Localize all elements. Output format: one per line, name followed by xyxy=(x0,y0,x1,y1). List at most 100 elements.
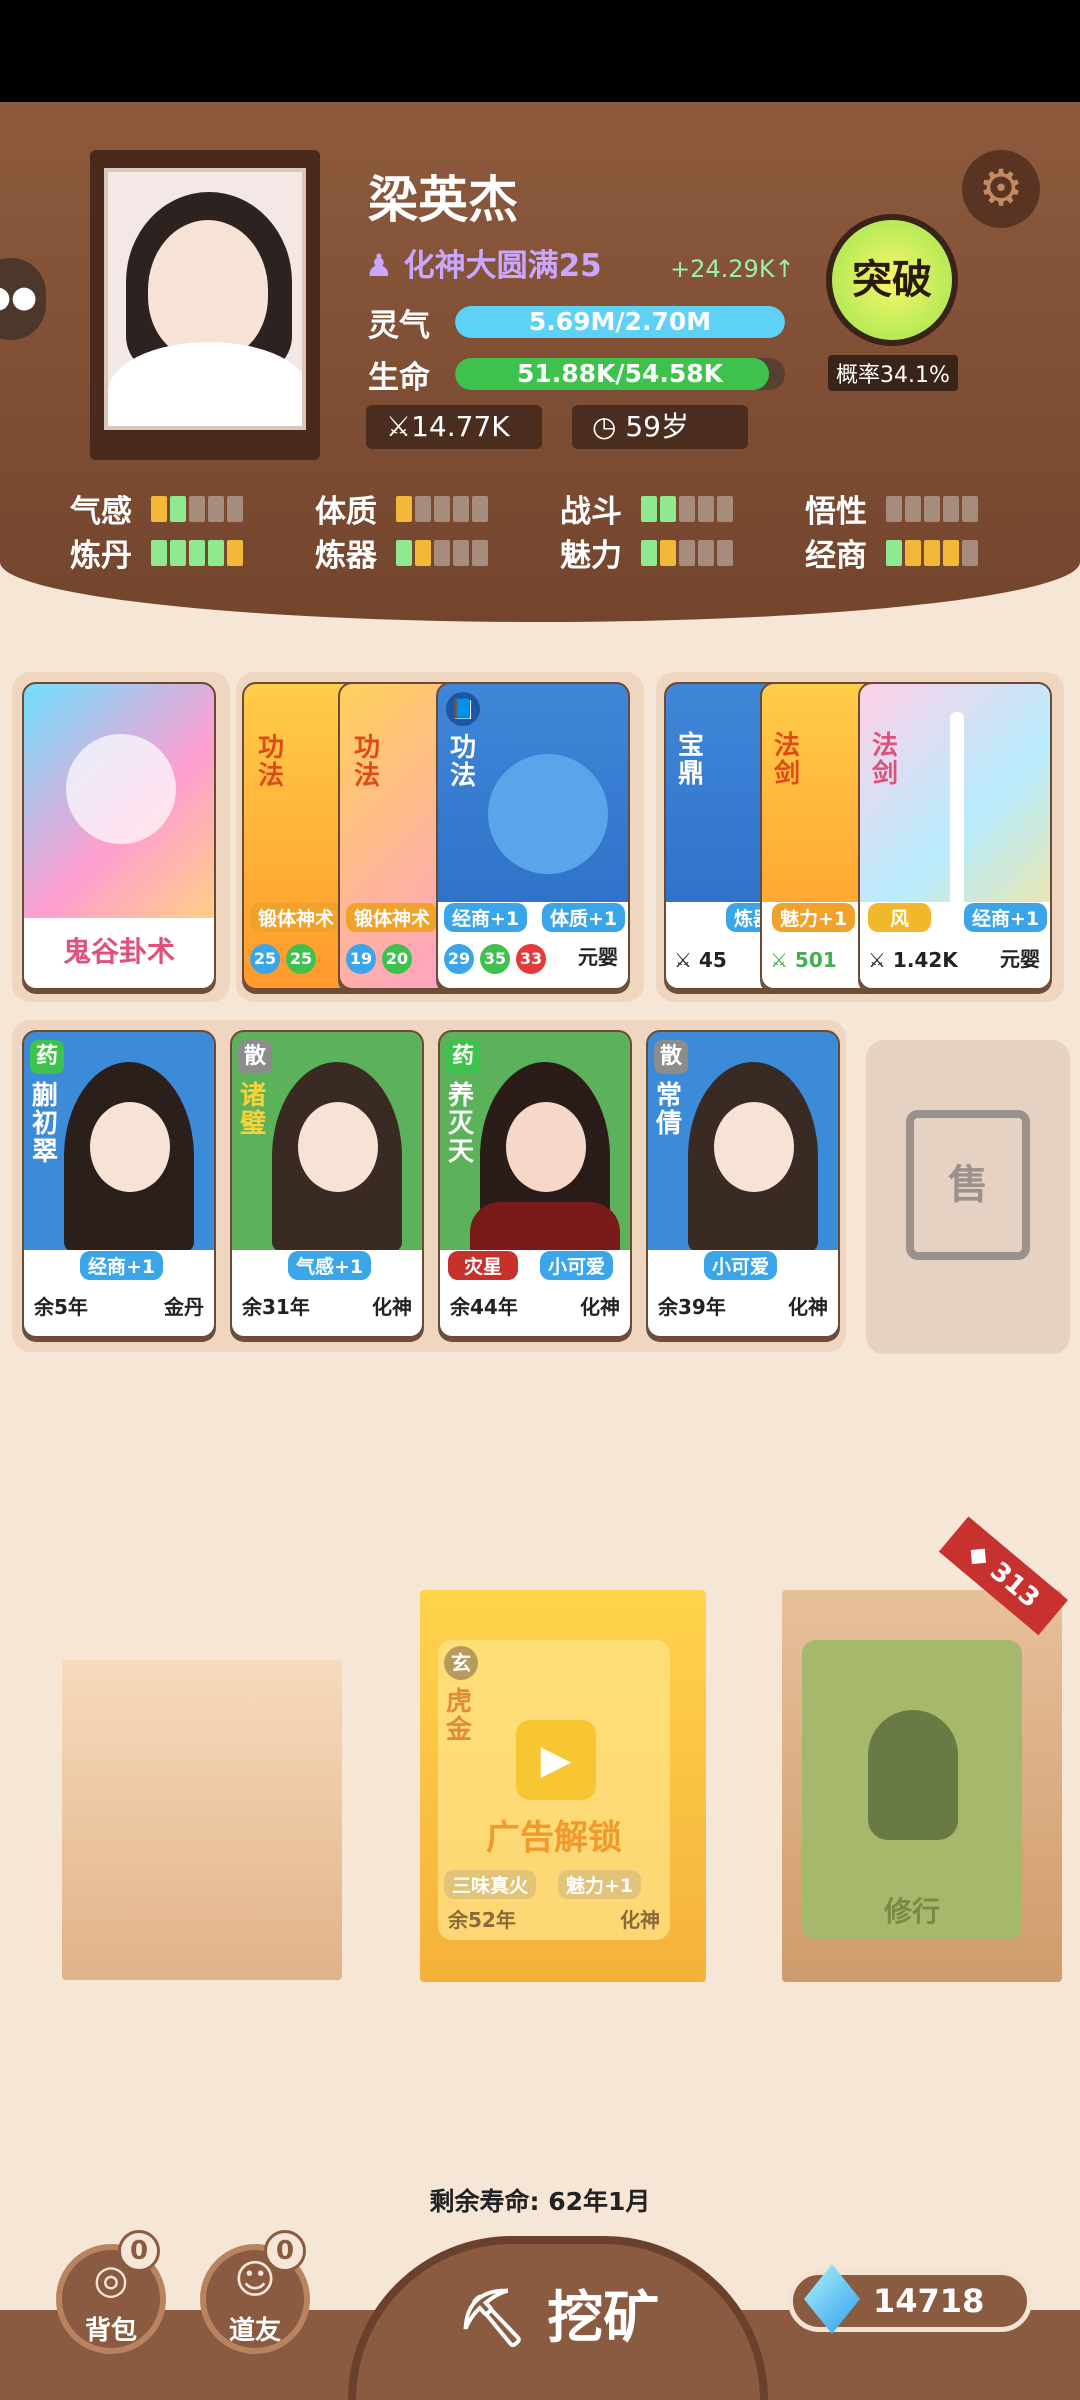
gem-count: 14718 xyxy=(873,2282,985,2320)
qi-value: 5.69M/2.70M xyxy=(528,307,712,336)
practice-count: 313 xyxy=(984,1556,1045,1615)
skill-card-guigu[interactable]: 鬼谷卦术 xyxy=(22,682,216,990)
realm-text: 化神大圆满25 xyxy=(403,248,602,284)
companion-badge: 药 xyxy=(30,1040,64,1074)
attr-label: 炼器 xyxy=(315,538,377,574)
card-type: 法剑 xyxy=(872,731,899,789)
shop-icon: 售 xyxy=(906,1110,1030,1260)
breakthrough-button[interactable]: 突破 xyxy=(826,214,958,346)
pack-card-preview: 修行 xyxy=(802,1640,1022,1940)
attr-qigan: 气感 xyxy=(70,486,246,531)
friend-label: 道友 xyxy=(228,2316,281,2346)
power-value: 45 xyxy=(698,948,727,972)
swords-icon: ⚔ xyxy=(386,410,412,443)
card-name: 鬼谷卦术 xyxy=(62,935,175,968)
pack-card-preview: 玄 虎金 ▶ 广告解锁 三味真火 魅力+1 余52年 化神 xyxy=(438,1640,670,1940)
gongfa-card-3[interactable]: 📘 功法 经商+1 体质+1 29 35 33 元婴 xyxy=(436,682,630,990)
card-life: 余52年 xyxy=(448,1908,516,1932)
card-num: 35 xyxy=(480,944,510,974)
companion-tag: 小可爱 xyxy=(704,1251,778,1280)
companion-card-1[interactable]: 药 蒯初翠 经商+1 余5年 金丹 xyxy=(22,1030,216,1338)
attr-zhandou: 战斗 xyxy=(560,486,736,531)
mask-icon: ●● xyxy=(0,280,38,315)
attr-segments xyxy=(396,540,491,570)
player-realm: ♟ 化神大圆满25 xyxy=(365,240,602,285)
attr-lianqi: 炼器 xyxy=(315,530,491,575)
turtle-shell-icon xyxy=(66,734,176,844)
book-icon: 📘 xyxy=(446,692,480,726)
card-type: 宝鼎 xyxy=(678,731,705,789)
companion-badge: 药 xyxy=(446,1040,480,1074)
attr-label: 气感 xyxy=(70,494,132,530)
attr-label: 炼丹 xyxy=(70,538,132,574)
card-tag: 锻体神术 xyxy=(346,903,439,932)
companion-card-3[interactable]: 药 养灭天 灾星 小可爱 余44年 化神 xyxy=(438,1030,632,1338)
companion-card-2[interactable]: 散 诸璧 气感+1 余31年 化神 xyxy=(230,1030,424,1338)
life-value: 51.88K/54.58K xyxy=(516,359,724,388)
attr-segments xyxy=(151,540,246,570)
card-type: 功法 xyxy=(258,733,285,791)
mine-button[interactable]: ⛏ 挖矿 xyxy=(348,2236,768,2400)
treasure-card-sword-2[interactable]: 法剑 风 经商+1 ⚔ 1.42K 元婴 xyxy=(858,682,1052,990)
card-type: 功法 xyxy=(450,733,477,791)
attr-segments xyxy=(641,496,736,526)
card-num: 33 xyxy=(516,944,546,974)
card-tag: 三味真火 xyxy=(444,1870,537,1899)
status-bar xyxy=(0,0,1080,102)
player-portrait[interactable] xyxy=(104,168,306,430)
companion-name: 诸璧 xyxy=(240,1081,267,1139)
ad-unlock-label: 广告解锁 xyxy=(486,1818,622,1858)
companion-life: 余31年 xyxy=(242,1295,310,1319)
portrait-robe xyxy=(108,342,302,426)
companion-face xyxy=(714,1102,794,1192)
swords-icon: ⚔ xyxy=(674,948,692,972)
companion-face xyxy=(506,1102,586,1192)
card-tag: 风 xyxy=(868,903,932,932)
companion-badge: 散 xyxy=(238,1040,272,1074)
practice-label: 修行 xyxy=(883,1895,940,1928)
companion-badge: 散 xyxy=(654,1040,688,1074)
qi-gain: +24.29K↑ xyxy=(670,255,795,283)
card-tag: 魅力+1 xyxy=(558,1870,642,1899)
card-type: 法剑 xyxy=(774,731,801,789)
card-num: 20 xyxy=(382,944,412,974)
companion-name: 蒯初翠 xyxy=(32,1081,59,1167)
ad-card-pack[interactable]: 玄 虎金 ▶ 广告解锁 三味真火 魅力+1 余52年 化神 xyxy=(420,1590,706,1982)
attr-tizhi: 体质 xyxy=(315,486,491,531)
companion-card-4[interactable]: 散 常倩 小可爱 余39年 化神 xyxy=(646,1030,840,1338)
card-num: 29 xyxy=(444,944,474,974)
power-value: 501 xyxy=(794,948,837,972)
card-tag: 锻体神术 xyxy=(250,903,343,932)
player-name: 梁英杰 xyxy=(368,171,518,229)
attr-segments xyxy=(886,496,981,526)
attr-wuxing: 悟性 xyxy=(805,486,981,531)
attr-label: 体质 xyxy=(315,494,377,530)
practice-card-pack[interactable]: 修行 ◆ 313 xyxy=(782,1516,1068,1982)
age-pill: ◷ 59岁 xyxy=(572,405,748,449)
blue-flame-book-icon xyxy=(488,754,608,874)
sell-slot[interactable]: 售 xyxy=(866,1040,1070,1354)
settings-gear-icon[interactable]: ⚙ xyxy=(962,150,1040,228)
attr-jingshang: 经商 xyxy=(805,530,981,575)
card-num: 25 xyxy=(286,944,316,974)
card-num: 25 xyxy=(250,944,280,974)
portrait-face xyxy=(148,220,268,360)
companion-tag: 灾星 xyxy=(448,1251,519,1280)
attr-label: 经商 xyxy=(805,538,867,574)
companion-name: 常倩 xyxy=(656,1081,683,1139)
card-name: 虎金 xyxy=(446,1687,473,1745)
sword-icon xyxy=(950,712,964,932)
bag-label: 背包 xyxy=(84,2316,137,2346)
card-power: ⚔ 501 xyxy=(770,948,837,972)
age-value: 59岁 xyxy=(625,410,689,443)
card-power: ⚔ 45 xyxy=(674,948,727,972)
attr-segments xyxy=(396,496,491,526)
empty-pack-slot[interactable] xyxy=(62,1660,342,1980)
meditation-figure-icon xyxy=(868,1710,958,1840)
attribute-grid: 气感 体质 战斗 悟性 炼丹 炼器 魅力 经商 xyxy=(70,486,1030,586)
attr-label: 悟性 xyxy=(805,494,867,530)
swords-icon: ⚔ xyxy=(770,948,788,972)
companion-name: 养灭天 xyxy=(448,1081,475,1167)
power-value: 1.42K xyxy=(892,948,958,972)
attr-segments xyxy=(886,540,981,570)
